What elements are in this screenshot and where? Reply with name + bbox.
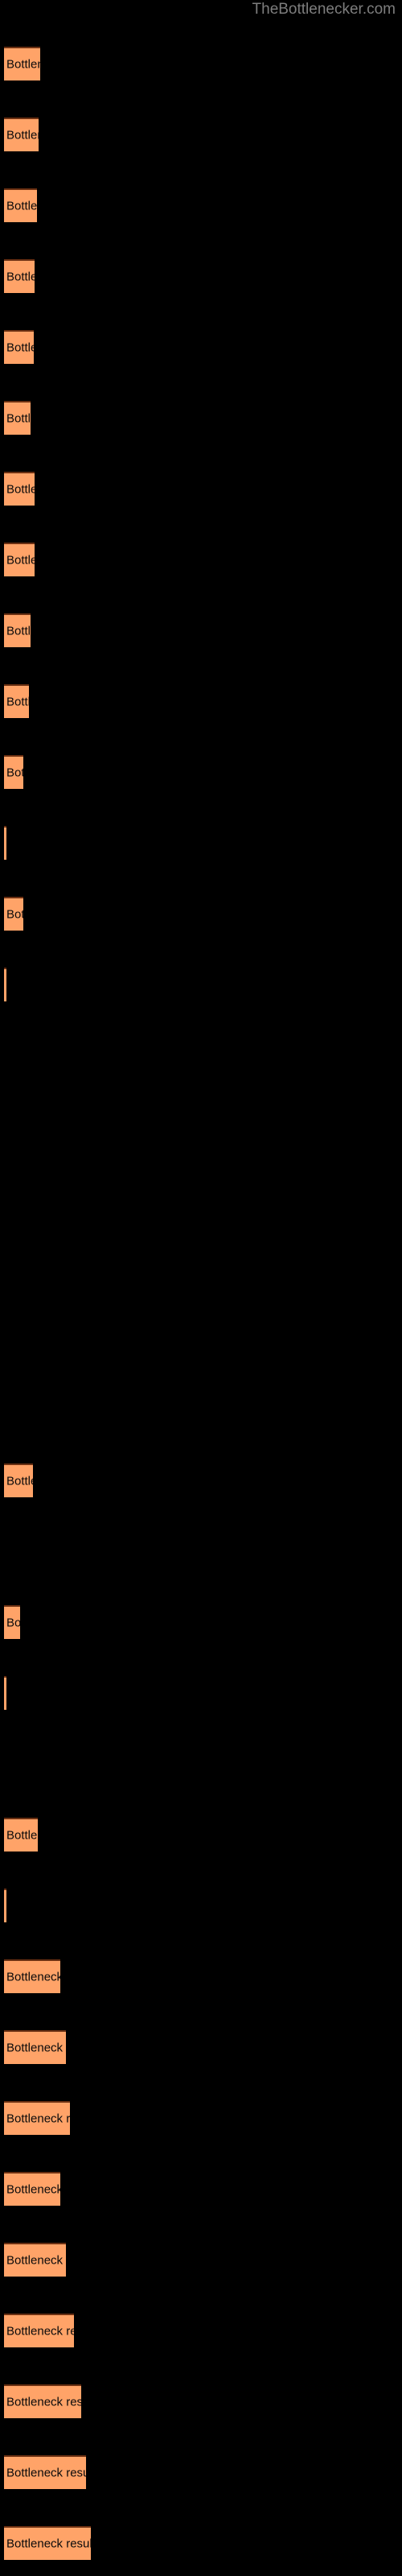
bar-row: Bottleneck result for Intel Core i7-1370… bbox=[0, 118, 402, 151]
bar-row: Bottleneck result for AMD Ryzen 7 7700X … bbox=[0, 2455, 402, 2489]
bar-label: Bottleneck result for AMD Ryzen 7 5700X … bbox=[6, 2041, 66, 2055]
bar[interactable]: Bottleneck result for AMD Ryzen 9 7950X … bbox=[4, 259, 35, 293]
bar-row bbox=[0, 1393, 402, 1426]
bar[interactable]: Bottleneck result for Intel Core i9-1290… bbox=[4, 472, 35, 506]
bar-row bbox=[0, 1322, 402, 1356]
bar[interactable]: Bottleneck result for AMD Ryzen 9 7900X … bbox=[4, 1959, 60, 1993]
bar-row: Bottleneck result for Intel Core i9-1390… bbox=[0, 47, 402, 80]
bar[interactable]: Bottleneck result for Intel Core i5-1060… bbox=[4, 1463, 33, 1497]
bar[interactable]: Bottleneck result for AMD Ryzen 5 5500 a… bbox=[4, 2101, 70, 2135]
bar[interactable]: Bottleneck result for Intel Core i5-1340… bbox=[4, 2314, 74, 2347]
bar-label: Bottleneck result for Intel Core i9-1390… bbox=[6, 57, 40, 72]
bar-row: Bottleneck result for Intel Core i7-1270… bbox=[0, 543, 402, 576]
bar-row: Bottleneck result for AMD Ryzen 5 7600 a… bbox=[0, 2526, 402, 2560]
bar-row bbox=[0, 1251, 402, 1285]
bar[interactable]: Bottleneck result for Intel Core i9-1190… bbox=[4, 897, 23, 931]
bar[interactable]: Bottleneck result for Intel Core i7-9700… bbox=[4, 1818, 38, 1852]
bar[interactable]: Bottleneck result for Intel Core i7-1370… bbox=[4, 2243, 66, 2277]
bar-row: Bottleneck result for AMD Ryzen 9 5900X … bbox=[0, 2384, 402, 2418]
bar-label: Bottleneck result for AMD Ryzen 9 5900X … bbox=[6, 2395, 81, 2409]
bar-row: Bottleneck result for Intel Core i9-1190… bbox=[0, 897, 402, 931]
bar-row bbox=[0, 1109, 402, 1143]
bar[interactable]: Bottleneck result for Intel Core i9-1390… bbox=[4, 2172, 60, 2206]
bar[interactable]: Bottleneck result for AMD Ryzen 9 5900X … bbox=[4, 2384, 81, 2418]
bar-label: Bottleneck result for AMD Ryzen 7 5800X3… bbox=[6, 766, 23, 780]
bar[interactable]: Bottleneck result for AMD Ryzen 7 5800X3… bbox=[4, 755, 23, 789]
bar-label: Bottleneck result for Intel Core i5-1340… bbox=[6, 2324, 74, 2339]
bar-row: Bottleneck result for Intel Core i9-1390… bbox=[0, 2172, 402, 2206]
bar-label: Bottleneck result for Intel Core i5-1060… bbox=[6, 1474, 33, 1488]
bar[interactable]: Bottleneck result for AMD Ryzen 5 2600X … bbox=[4, 1676, 6, 1710]
bar-row bbox=[0, 1534, 402, 1568]
bar-row: Bottleneck result for Intel Core i7-1170… bbox=[0, 968, 402, 1001]
bar-row: Bottleneck result for AMD Ryzen 9 5950X … bbox=[0, 684, 402, 718]
bar[interactable]: Bottleneck result for AMD Ryzen 9 5950X … bbox=[4, 684, 29, 718]
bar-label: Bottleneck result for Intel Core i7-1270… bbox=[6, 553, 35, 568]
bar-row: Bottleneck result for AMD Ryzen 5 5600X … bbox=[0, 826, 402, 860]
bar-label: Bottleneck result for Intel Core i5-1360… bbox=[6, 199, 37, 213]
bar-row: Bottleneck result for Intel Core i7-1370… bbox=[0, 2243, 402, 2277]
bar-row: Bottleneck result for AMD Ryzen 5 7600X … bbox=[0, 401, 402, 435]
bar-row: Bottleneck result for AMD Ryzen 7 5800X3… bbox=[0, 755, 402, 789]
bar-label: Bottleneck result for Intel Core i7-1370… bbox=[6, 2253, 66, 2268]
bar-label: Bottleneck result for AMD Ryzen 7 7800X3… bbox=[6, 341, 34, 355]
bar-row bbox=[0, 1180, 402, 1214]
bar-row: Bottleneck result for Intel Core i5-1340… bbox=[0, 2314, 402, 2347]
bar-label: Bottleneck result for AMD Ryzen 5 7600 a… bbox=[6, 2537, 91, 2551]
bar[interactable]: Bottleneck result for Intel Core i7-1270… bbox=[4, 543, 35, 576]
bar[interactable]: Bottleneck result for AMD Ryzen 5 7600X … bbox=[4, 401, 31, 435]
bar-row bbox=[0, 1747, 402, 1781]
bar-row: Bottleneck result for Intel Core i5-1060… bbox=[0, 1463, 402, 1497]
bar-label: Bottleneck result for AMD Ryzen 9 7950X … bbox=[6, 270, 35, 284]
bar[interactable]: Bottleneck result for Intel Core i5-1260… bbox=[4, 613, 31, 647]
bar-row: Bottleneck result for AMD Ryzen 9 7950X … bbox=[0, 259, 402, 293]
bar[interactable]: Bottleneck result for AMD Ryzen 7 2700X … bbox=[4, 1605, 20, 1639]
bar[interactable]: Bottleneck result for AMD Ryzen 5 7600 a… bbox=[4, 2526, 91, 2560]
bar-label: Bottleneck result for Intel Core i9-1190… bbox=[6, 907, 23, 922]
bar-label: Bottleneck result for Intel Core i7-1370… bbox=[6, 128, 39, 142]
bar-row bbox=[0, 1038, 402, 1072]
bar-label: Bottleneck result for Intel Core i5-1260… bbox=[6, 624, 31, 638]
bar-row: Bottleneck result for AMD Ryzen 7 7800X3… bbox=[0, 330, 402, 364]
bar-row: Bottleneck result for AMD Ryzen 7 2700X … bbox=[0, 1605, 402, 1639]
bar-label: Bottleneck result for AMD Ryzen 9 5950X … bbox=[6, 695, 29, 709]
bar-row: Bottleneck result for Intel Core i7-9700… bbox=[0, 1818, 402, 1852]
bar-row: Bottleneck result for AMD Ryzen 7 5700X … bbox=[0, 2030, 402, 2064]
bar[interactable]: Bottleneck result for Intel Core i5-1360… bbox=[4, 188, 37, 222]
bar-chart-root: TheBottlenecker.com Bottleneck result fo… bbox=[0, 0, 402, 2576]
bar-row: Bottleneck result for Intel Core i5-1260… bbox=[0, 613, 402, 647]
bar[interactable]: Bottleneck result for AMD Ryzen 7 5700X … bbox=[4, 2030, 66, 2064]
bar-label: Bottleneck result for AMD Ryzen 9 7900X … bbox=[6, 1970, 60, 1984]
bar-label: Bottleneck result for Intel Core i7-9700… bbox=[6, 1828, 38, 1843]
bar[interactable]: Bottleneck result for Intel Core i7-1370… bbox=[4, 118, 39, 151]
bar[interactable]: Bottleneck result for AMD Ryzen 7 7700X … bbox=[4, 2455, 86, 2489]
bar-row: Bottleneck result for Intel Core i9-1290… bbox=[0, 472, 402, 506]
bar[interactable]: Bottleneck result for AMD Ryzen 5 5600X … bbox=[4, 826, 6, 860]
bar-label: Bottleneck result for Intel Core i9-1290… bbox=[6, 482, 35, 497]
bar-row: Bottleneck result for AMD Ryzen 5 5500 a… bbox=[0, 2101, 402, 2135]
plot-area: Bottleneck result for Intel Core i9-1390… bbox=[0, 0, 402, 2576]
bar-label: Bottleneck result for AMD Ryzen 5 5500 a… bbox=[6, 2112, 70, 2126]
bar[interactable]: Bottleneck result for Intel Core i5-9600… bbox=[4, 1889, 6, 1922]
bar-label: Bottleneck result for AMD Ryzen 7 2700X … bbox=[6, 1616, 20, 1630]
bar-row: Bottleneck result for Intel Core i5-1360… bbox=[0, 188, 402, 222]
bar-row: Bottleneck result for AMD Ryzen 5 2600X … bbox=[0, 1676, 402, 1710]
bar[interactable]: Bottleneck result for Intel Core i9-1390… bbox=[4, 47, 40, 80]
bar-label: Bottleneck result for Intel Core i9-1390… bbox=[6, 2182, 60, 2197]
bar[interactable]: Bottleneck result for Intel Core i7-1170… bbox=[4, 968, 6, 1001]
bar-label: Bottleneck result for AMD Ryzen 7 7700X … bbox=[6, 2466, 86, 2480]
bar-label: Bottleneck result for AMD Ryzen 5 7600X … bbox=[6, 411, 31, 426]
bar-row: Bottleneck result for AMD Ryzen 9 7900X … bbox=[0, 1959, 402, 1993]
bar-row: Bottleneck result for Intel Core i5-9600… bbox=[0, 1889, 402, 1922]
bar[interactable]: Bottleneck result for AMD Ryzen 7 7800X3… bbox=[4, 330, 34, 364]
